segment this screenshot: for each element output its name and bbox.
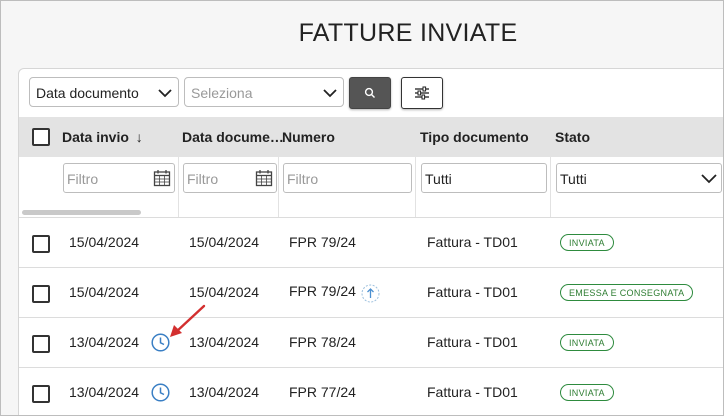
- table-header: Data invio ↓ Data docume… Numero Tipo do…: [19, 117, 723, 157]
- page-title: FATTURE INVIATE: [298, 19, 518, 47]
- row-checkbox[interactable]: [32, 385, 50, 403]
- table-row[interactable]: 15/04/2024 15/04/2024 FPR 79/24 Fattura …: [19, 217, 723, 268]
- filter-numero-input[interactable]: Filtro: [283, 163, 412, 193]
- search-button[interactable]: [349, 77, 391, 109]
- filter-value: Tutti: [560, 171, 587, 187]
- sliders-icon: [415, 86, 429, 100]
- app-window: FATTURE INVIATE Data documento Seleziona: [0, 0, 724, 416]
- chevron-down-icon: [158, 89, 172, 98]
- chevron-down-icon: [701, 174, 717, 184]
- cell-numero: FPR 77/24: [289, 384, 356, 400]
- filter-data-documento-input[interactable]: Filtro: [183, 163, 277, 193]
- column-divider: [278, 157, 279, 217]
- select-all-checkbox[interactable]: [32, 128, 50, 146]
- column-header-stato[interactable]: Stato: [555, 129, 590, 145]
- sort-desc-icon: ↓: [135, 129, 143, 145]
- status-badge: EMESSA E CONSEGNATA: [560, 284, 694, 301]
- column-header-data-documento[interactable]: Data docume…: [182, 129, 284, 145]
- filter-toolbar: Data documento Seleziona: [29, 77, 723, 109]
- cell-numero: FPR 79/24: [289, 283, 356, 299]
- period-placeholder: Seleziona: [191, 85, 253, 101]
- filter-tipo-documento-select[interactable]: Tutti: [421, 163, 547, 193]
- table-row[interactable]: 13/04/2024 13/04/2024 FPR 77/24 Fattura …: [19, 367, 723, 415]
- invoices-panel: Data documento Seleziona Data invio ↓ Da…: [18, 68, 723, 415]
- column-divider: [178, 157, 179, 217]
- search-icon: [364, 87, 375, 98]
- column-header-numero[interactable]: Numero: [282, 129, 335, 145]
- column-divider: [550, 157, 551, 217]
- cell-data-invio: 13/04/2024: [69, 334, 140, 350]
- column-label: Data invio: [62, 129, 129, 145]
- cell-data-documento: 15/04/2024: [189, 234, 260, 250]
- cell-tipo-documento: Fattura - TD01: [427, 384, 518, 400]
- date-type-value: Data documento: [36, 85, 139, 101]
- cell-numero: FPR 78/24: [289, 334, 356, 350]
- horizontal-scrollbar-thumb[interactable]: [22, 210, 141, 215]
- calendar-icon[interactable]: [153, 169, 171, 187]
- cell-data-invio: 15/04/2024: [69, 284, 140, 300]
- cell-tipo-documento: Fattura - TD01: [427, 234, 518, 250]
- column-header-tipo-documento[interactable]: Tipo documento: [420, 129, 529, 145]
- cell-tipo-documento: Fattura - TD01: [427, 284, 518, 300]
- row-checkbox[interactable]: [32, 285, 50, 303]
- filter-data-invio-input[interactable]: Filtro: [63, 163, 175, 193]
- calendar-icon[interactable]: [255, 169, 273, 187]
- column-filter-row: Filtro Filtro Filtro Tutti Tutti: [19, 157, 723, 217]
- column-header-data-invio[interactable]: Data invio ↓: [62, 129, 143, 145]
- cell-tipo-documento: Fattura - TD01: [427, 334, 518, 350]
- table-row[interactable]: 13/04/2024 13/04/2024 FPR 78/24 Fattura …: [19, 317, 723, 368]
- period-select[interactable]: Seleziona: [184, 77, 344, 107]
- status-badge: INVIATA: [560, 234, 614, 251]
- cell-data-documento: 13/04/2024: [189, 384, 260, 400]
- filter-placeholder: Filtro: [67, 171, 99, 187]
- column-divider: [415, 157, 416, 217]
- row-checkbox[interactable]: [32, 335, 50, 353]
- filter-placeholder: Filtro: [187, 171, 219, 187]
- upload-icon[interactable]: [361, 284, 380, 303]
- filter-stato-select[interactable]: Tutti: [556, 163, 722, 193]
- chevron-down-icon: [323, 89, 337, 98]
- filter-placeholder: Filtro: [287, 171, 319, 187]
- red-arrow-icon: [170, 304, 206, 337]
- cell-data-documento: 15/04/2024: [189, 284, 260, 300]
- table-row[interactable]: 15/04/2024 15/04/2024 FPR 79/24 Fattura …: [19, 267, 723, 318]
- filter-value: Tutti: [425, 171, 452, 187]
- row-checkbox[interactable]: [32, 235, 50, 253]
- advanced-filters-button[interactable]: [401, 77, 443, 109]
- cell-numero: FPR 79/24: [289, 234, 356, 250]
- clock-icon[interactable]: [151, 383, 170, 402]
- date-type-select[interactable]: Data documento: [29, 77, 179, 107]
- cell-data-invio: 15/04/2024: [69, 234, 140, 250]
- status-badge: INVIATA: [560, 334, 614, 351]
- cell-data-invio: 13/04/2024: [69, 384, 140, 400]
- status-badge: INVIATA: [560, 384, 614, 401]
